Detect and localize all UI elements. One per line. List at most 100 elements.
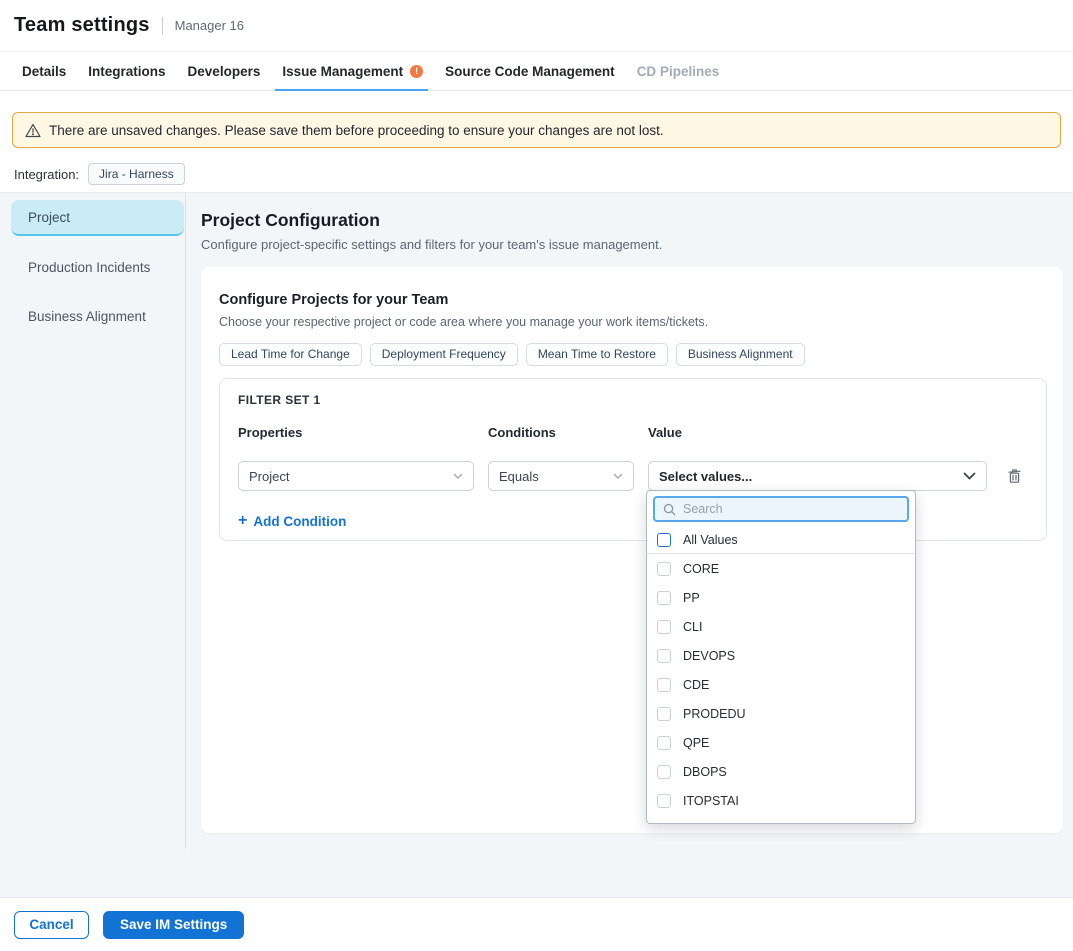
dropdown-option-core[interactable]: CORE — [647, 554, 915, 583]
tab-details[interactable]: Details — [22, 52, 66, 90]
search-icon — [663, 503, 676, 516]
sidebar-item-label: Production Incidents — [28, 260, 150, 275]
sidebar-item-project[interactable]: Project — [11, 200, 184, 236]
save-im-settings-button[interactable]: Save IM Settings — [103, 911, 244, 939]
value-select-placeholder: Select values... — [659, 469, 752, 484]
sidebar-item-label: Business Alignment — [28, 309, 146, 324]
section-heading: Project Configuration — [201, 210, 1063, 231]
filter-set-1: FILTER SET 1 Properties Conditions Value… — [219, 378, 1047, 541]
unsaved-alert-badge: ! — [410, 65, 423, 78]
all-values-option[interactable]: All Values — [647, 526, 915, 554]
properties-select[interactable]: Project — [238, 461, 474, 491]
value-multiselect[interactable]: Select values... — [648, 461, 987, 491]
all-values-checkbox[interactable] — [657, 533, 671, 547]
page-title: Team settings — [14, 14, 150, 37]
sidebar-item-production-incidents[interactable]: Production Incidents — [11, 249, 184, 285]
option-label: CLI — [683, 620, 702, 634]
dropdown-option-pipe[interactable]: PIPE — [647, 815, 915, 824]
dropdown-option-itopstai[interactable]: ITOPSTAI — [647, 786, 915, 815]
option-checkbox[interactable] — [657, 620, 671, 634]
option-checkbox[interactable] — [657, 765, 671, 779]
dropdown-search[interactable] — [653, 496, 909, 522]
option-label: DEVOPS — [683, 649, 735, 663]
dropdown-option-dbops[interactable]: DBOPS — [647, 757, 915, 786]
banner-text: There are unsaved changes. Please save t… — [49, 123, 664, 138]
option-checkbox[interactable] — [657, 794, 671, 808]
option-checkbox[interactable] — [657, 678, 671, 692]
page-subtitle: Manager 16 — [162, 17, 244, 35]
chevron-down-icon — [453, 473, 463, 480]
plus-icon: + — [238, 513, 247, 529]
dropdown-option-prodedu[interactable]: PRODEDU — [647, 699, 915, 728]
tab-developers[interactable]: Developers — [188, 52, 261, 90]
option-label: PRODEDU — [683, 707, 746, 721]
dropdown-option-cde[interactable]: CDE — [647, 670, 915, 699]
option-label: QPE — [683, 736, 709, 750]
option-label: CORE — [683, 562, 719, 576]
warning-icon — [25, 123, 41, 138]
tab-issue-management[interactable]: Issue Management ! — [282, 52, 423, 90]
integration-row: Integration: Jira - Harness — [14, 163, 1073, 185]
option-label: PIPE — [683, 823, 712, 825]
option-label: DBOPS — [683, 765, 727, 779]
delete-condition-button[interactable] — [1005, 467, 1023, 485]
main-content: Project Configuration Configure project-… — [201, 193, 1063, 833]
chevron-down-icon — [613, 473, 623, 480]
conditions-select[interactable]: Equals — [488, 461, 634, 491]
filter-condition-row: Project Equals Select values... — [238, 461, 1028, 491]
tab-source-code-management[interactable]: Source Code Management — [445, 52, 615, 90]
metric-chip-row: Lead Time for Change Deployment Frequenc… — [219, 343, 1047, 366]
metric-chip-lead-time[interactable]: Lead Time for Change — [219, 343, 362, 366]
section-description: Configure project-specific settings and … — [201, 237, 1063, 252]
sidebar-item-label: Project — [28, 210, 70, 225]
chevron-down-icon — [963, 472, 976, 480]
properties-select-value: Project — [249, 469, 289, 484]
card-subtitle: Choose your respective project or code a… — [219, 315, 1047, 329]
tab-bar: Details Integrations Developers Issue Ma… — [0, 52, 1073, 91]
tab-label: Developers — [188, 64, 261, 79]
option-checkbox[interactable] — [657, 823, 671, 825]
dropdown-option-pp[interactable]: PP — [647, 583, 915, 612]
option-label: PP — [683, 591, 700, 605]
configure-projects-card: Configure Projects for your Team Choose … — [201, 267, 1063, 833]
unsaved-changes-banner: There are unsaved changes. Please save t… — [12, 112, 1061, 148]
footer-action-bar: Cancel Save IM Settings — [0, 897, 1073, 951]
option-checkbox[interactable] — [657, 707, 671, 721]
tab-label: Source Code Management — [445, 64, 615, 79]
all-values-label: All Values — [683, 533, 738, 547]
tab-integrations[interactable]: Integrations — [88, 52, 165, 90]
option-checkbox[interactable] — [657, 736, 671, 750]
tab-label: Integrations — [88, 64, 165, 79]
workspace: Project Production Incidents Business Al… — [0, 192, 1073, 897]
option-checkbox[interactable] — [657, 591, 671, 605]
tab-label: Details — [22, 64, 66, 79]
sidebar-item-business-alignment[interactable]: Business Alignment — [11, 298, 184, 334]
dropdown-option-cli[interactable]: CLI — [647, 612, 915, 641]
tab-label: Issue Management — [282, 64, 403, 79]
cancel-button[interactable]: Cancel — [14, 911, 89, 939]
search-input[interactable] — [683, 502, 899, 516]
integration-label: Integration: — [14, 167, 79, 182]
option-label: ITOPSTAI — [683, 794, 739, 808]
add-condition-label: Add Condition — [253, 514, 346, 529]
option-checkbox[interactable] — [657, 649, 671, 663]
dropdown-option-devops[interactable]: DEVOPS — [647, 641, 915, 670]
tab-cd-pipelines: CD Pipelines — [637, 52, 720, 90]
add-condition-button[interactable]: + Add Condition — [238, 513, 346, 529]
metric-chip-mean-time-to-restore[interactable]: Mean Time to Restore — [526, 343, 668, 366]
properties-column-label: Properties — [238, 425, 474, 440]
card-title: Configure Projects for your Team — [219, 292, 1047, 308]
value-dropdown-panel: All Values CORE PP CLI DEVOPS CDE — [646, 490, 916, 824]
filter-column-labels: Properties Conditions Value — [238, 425, 1028, 440]
filter-set-title: FILTER SET 1 — [238, 393, 1028, 407]
page-header: Team settings Manager 16 — [0, 0, 1073, 52]
dropdown-option-qpe[interactable]: QPE — [647, 728, 915, 757]
tab-label: CD Pipelines — [637, 64, 720, 79]
conditions-select-value: Equals — [499, 469, 539, 484]
option-label: CDE — [683, 678, 709, 692]
metric-chip-deployment-frequency[interactable]: Deployment Frequency — [370, 343, 518, 366]
integration-chip[interactable]: Jira - Harness — [88, 163, 185, 185]
value-column-label: Value — [648, 425, 987, 440]
metric-chip-business-alignment[interactable]: Business Alignment — [676, 343, 805, 366]
option-checkbox[interactable] — [657, 562, 671, 576]
